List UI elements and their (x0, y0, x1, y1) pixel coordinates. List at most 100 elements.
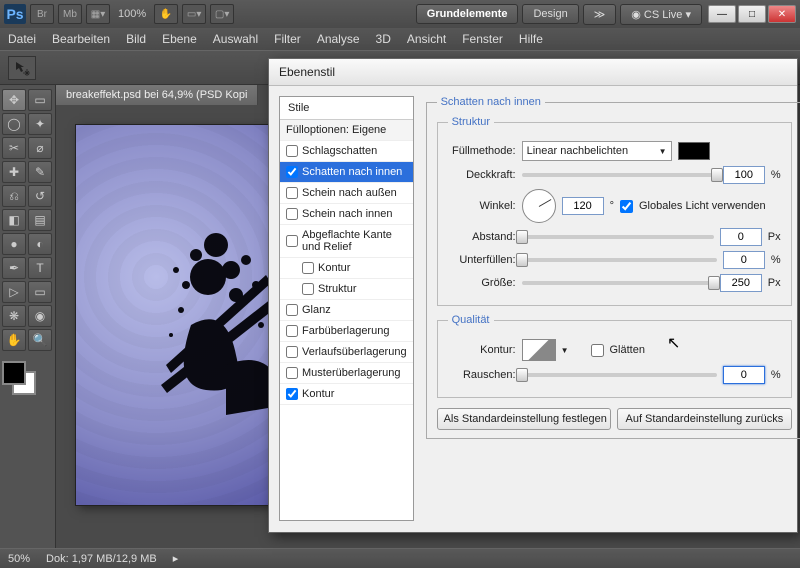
style-kontur[interactable]: Kontur (280, 384, 413, 405)
minimize-button[interactable]: — (708, 5, 736, 23)
close-button[interactable]: ✕ (768, 5, 796, 23)
style-bevel[interactable]: Abgeflachte Kante und Relief (280, 225, 413, 258)
style-bevel-kontur[interactable]: Kontur (280, 258, 413, 279)
style-schlagschatten[interactable]: Schlagschatten (280, 141, 413, 162)
status-arrow[interactable]: ▸ (173, 552, 179, 565)
canvas[interactable] (76, 125, 276, 505)
global-light-check[interactable] (620, 200, 633, 213)
path-tool[interactable]: ▷ (2, 281, 26, 303)
fuellmethode-combo[interactable]: Linear nachbelichten▼ (522, 141, 672, 161)
gradient-tool[interactable]: ▤ (28, 209, 52, 231)
extras-button[interactable]: ▦▾ (86, 4, 110, 24)
style-schein-innen[interactable]: Schein nach innen (280, 204, 413, 225)
foreground-color[interactable] (2, 361, 26, 385)
rauschen-input[interactable] (723, 366, 765, 384)
check-schlagschatten[interactable] (286, 145, 298, 157)
zoom-level[interactable]: 100% (118, 8, 146, 20)
chevron-down-icon[interactable]: ▼ (561, 346, 569, 355)
style-farbe[interactable]: Farbüberlagerung (280, 321, 413, 342)
camera-tool[interactable]: ◉ (28, 305, 52, 327)
style-schatten-innen[interactable]: Schatten nach innen (280, 162, 413, 183)
menu-filter[interactable]: Filter (274, 32, 301, 46)
move-tool[interactable]: ✥ (2, 89, 26, 111)
rauschen-slider[interactable] (522, 373, 717, 377)
maximize-button[interactable]: □ (738, 5, 766, 23)
color-swatches[interactable] (2, 361, 50, 401)
check-bevel-struktur[interactable] (302, 283, 314, 295)
type-tool[interactable]: T (28, 257, 52, 279)
unterfuellen-slider[interactable] (522, 258, 717, 262)
menu-hilfe[interactable]: Hilfe (519, 32, 543, 46)
check-bevel-kontur[interactable] (302, 262, 314, 274)
groesse-slider[interactable] (522, 281, 714, 285)
check-verlauf[interactable] (286, 346, 298, 358)
menu-ebene[interactable]: Ebene (162, 32, 197, 46)
screenmode-button[interactable]: ▢▾ (210, 4, 234, 24)
minibridge-button[interactable]: Mb (58, 4, 82, 24)
lasso-tool[interactable]: ◯ (2, 113, 26, 135)
check-muster[interactable] (286, 367, 298, 379)
style-muster[interactable]: Musterüberlagerung (280, 363, 413, 384)
heal-tool[interactable]: ✚ (2, 161, 26, 183)
eraser-tool[interactable]: ◧ (2, 209, 26, 231)
style-schein-aussen[interactable]: Schein nach außen (280, 183, 413, 204)
winkel-input[interactable] (562, 197, 604, 215)
check-schein-innen[interactable] (286, 208, 298, 220)
hand-tool[interactable]: ✋ (2, 329, 26, 351)
style-glanz[interactable]: Glanz (280, 300, 413, 321)
menu-datei[interactable]: Datei (8, 32, 36, 46)
angle-dial[interactable] (522, 189, 556, 223)
abstand-slider[interactable] (522, 235, 714, 239)
wand-tool[interactable]: ✦ (28, 113, 52, 135)
check-glanz[interactable] (286, 304, 298, 316)
styles-header[interactable]: Stile (280, 97, 413, 120)
workspace-essentials[interactable]: Grundelemente (416, 4, 519, 24)
contour-picker[interactable] (522, 339, 556, 361)
check-bevel[interactable] (286, 235, 298, 247)
style-verlauf[interactable]: Verlaufsüberlagerung (280, 342, 413, 363)
reset-default-button[interactable]: Auf Standardeinstellung zurücks (617, 408, 792, 430)
abstand-input[interactable] (720, 228, 762, 246)
menu-analyse[interactable]: Analyse (317, 32, 360, 46)
hand-tool-button[interactable]: ✋ (154, 4, 178, 24)
eyedropper-tool[interactable]: ⌀ (28, 137, 52, 159)
style-bevel-struktur[interactable]: Struktur (280, 279, 413, 300)
menu-auswahl[interactable]: Auswahl (213, 32, 258, 46)
glaetten-check[interactable] (591, 344, 604, 357)
menu-ansicht[interactable]: Ansicht (407, 32, 446, 46)
unterfuellen-input[interactable] (723, 251, 765, 269)
marquee-tool[interactable]: ▭ (28, 89, 52, 111)
zoom-tool[interactable]: 🔍 (28, 329, 52, 351)
menu-3d[interactable]: 3D (376, 32, 391, 46)
move-tool-indicator[interactable] (8, 56, 36, 80)
check-kontur[interactable] (286, 388, 298, 400)
dodge-tool[interactable]: ◐ (28, 233, 52, 255)
menu-bearbeiten[interactable]: Bearbeiten (52, 32, 110, 46)
status-zoom[interactable]: 50% (8, 553, 30, 565)
workspace-more[interactable]: ≫ (583, 4, 617, 25)
check-schatten-innen[interactable] (286, 166, 298, 178)
history-brush-tool[interactable]: ↺ (28, 185, 52, 207)
deckkraft-input[interactable] (723, 166, 765, 184)
stamp-tool[interactable]: ⎌ (2, 185, 26, 207)
bridge-button[interactable]: Br (30, 4, 54, 24)
brush-tool[interactable]: ✎ (28, 161, 52, 183)
check-farbe[interactable] (286, 325, 298, 337)
pen-tool[interactable]: ✒ (2, 257, 26, 279)
document-tab[interactable]: breakeffekt.psd bei 64,9% (PSD Kopi (56, 85, 258, 105)
shape-tool[interactable]: ▭ (28, 281, 52, 303)
groesse-input[interactable] (720, 274, 762, 292)
cslive-button[interactable]: ◉ CS Live ▾ (620, 4, 702, 25)
menu-bild[interactable]: Bild (126, 32, 146, 46)
workspace-design[interactable]: Design (522, 4, 578, 24)
set-default-button[interactable]: Als Standardeinstellung festlegen (437, 408, 612, 430)
blur-tool[interactable]: ● (2, 233, 26, 255)
3d-tool[interactable]: ❋ (2, 305, 26, 327)
check-schein-aussen[interactable] (286, 187, 298, 199)
crop-tool[interactable]: ✂ (2, 137, 26, 159)
fill-options[interactable]: Fülloptionen: Eigene (280, 120, 413, 141)
shadow-color-swatch[interactable] (678, 142, 710, 160)
deckkraft-slider[interactable] (522, 173, 717, 177)
arrange-button[interactable]: ▭▾ (182, 4, 206, 24)
menu-fenster[interactable]: Fenster (462, 32, 503, 46)
